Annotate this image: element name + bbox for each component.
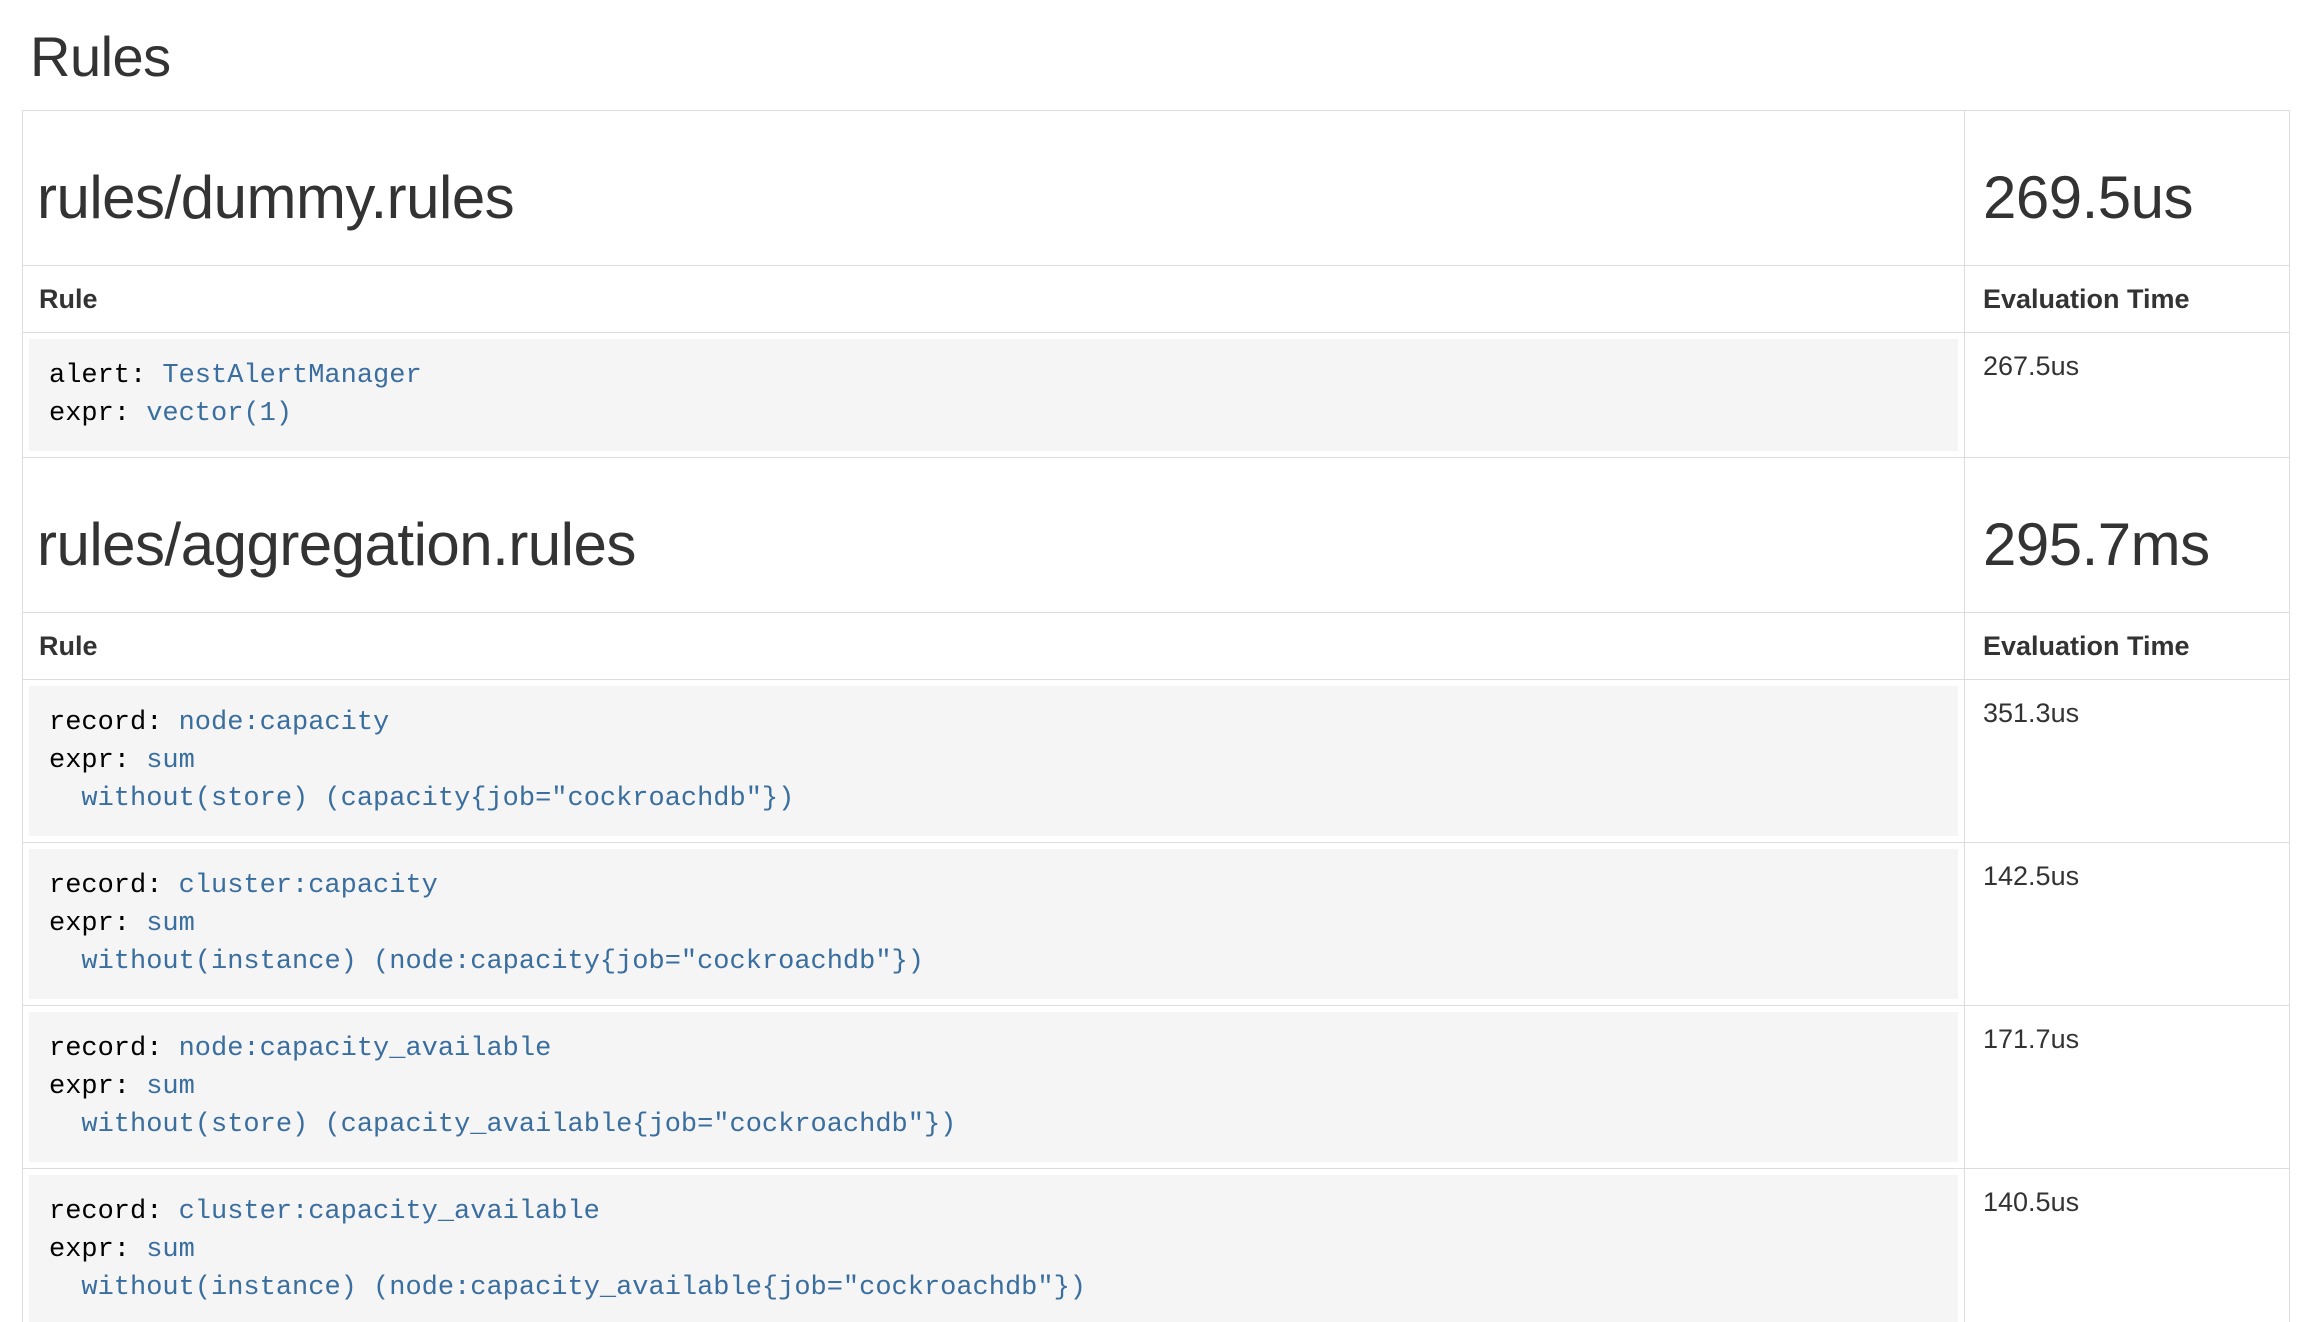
rule-group-eval-time: 269.5us (1983, 165, 2275, 231)
eval-column-header: Evaluation Time (1965, 612, 2290, 679)
rule-code-block: record: cluster:capacity expr:sum without(… (29, 849, 1958, 999)
rule-cell: record: node:capacity expr:sum without(sto… (23, 680, 1965, 843)
rule-keyword: record: (49, 1197, 162, 1227)
rule-code-block: record: cluster:capacity_available expr:su… (29, 1175, 1958, 1322)
rules-page: Rules rules/dummy.rules 269.5us Rule Eva… (0, 26, 2316, 1322)
rule-code-block: record: node:capacity expr:sum without(sto… (29, 686, 1958, 836)
rule-link[interactable]: sum without(instance) (node:capacity_ava… (49, 1235, 1086, 1303)
rule-keyword: expr: (49, 1072, 130, 1102)
rule-link[interactable]: cluster:capacity_available (179, 1197, 600, 1227)
rule-link[interactable]: cluster:capacity (179, 871, 438, 901)
rule-keyword: expr: (49, 1235, 130, 1265)
rule-group-file: rules/dummy.rules (37, 165, 1950, 231)
rules-table: rules/dummy.rules 269.5us Rule Evaluatio… (22, 110, 2290, 1322)
rule-eval-time: 267.5us (1965, 332, 2290, 457)
rule-eval-time: 351.3us (1965, 680, 2290, 843)
rule-column-header: Rule (23, 612, 1965, 679)
rule-column-header: Rule (23, 265, 1965, 332)
rule-row: alert: TestAlertManager expr: vector(1) 267… (23, 332, 2290, 457)
rule-group-header-row: rules/aggregation.rules 295.7ms (23, 457, 2290, 612)
rule-eval-time: 140.5us (1965, 1169, 2290, 1322)
rule-keyword: expr: (49, 909, 130, 939)
rule-cell: alert: TestAlertManager expr: vector(1) (23, 332, 1965, 457)
rule-code-block: alert: TestAlertManager expr: vector(1) (29, 339, 1958, 451)
rule-cell: record: cluster:capacity expr:sum without(… (23, 843, 1965, 1006)
rule-row: record: cluster:capacity_available expr:su… (23, 1169, 2290, 1322)
rule-eval-time: 142.5us (1965, 843, 2290, 1006)
rule-group-eval-time-cell: 269.5us (1965, 110, 2290, 265)
rule-link[interactable]: vector(1) (146, 399, 292, 429)
rule-link[interactable]: node:capacity (179, 708, 390, 738)
rule-link[interactable]: sum without(store) (capacity{job="cockro… (49, 746, 794, 814)
rule-keyword: expr: (49, 746, 130, 776)
rule-group-file-cell: rules/aggregation.rules (23, 457, 1965, 612)
eval-column-header: Evaluation Time (1965, 265, 2290, 332)
column-header-row: Rule Evaluation Time (23, 612, 2290, 679)
rule-row: record: cluster:capacity expr:sum without(… (23, 843, 2290, 1006)
rule-row: record: node:capacity expr:sum without(sto… (23, 680, 2290, 843)
rule-cell: record: cluster:capacity_available expr:su… (23, 1169, 1965, 1322)
rule-group-file-cell: rules/dummy.rules (23, 110, 1965, 265)
rule-group-eval-time: 295.7ms (1983, 512, 2275, 578)
rule-group-header-row: rules/dummy.rules 269.5us (23, 110, 2290, 265)
rule-keyword: record: (49, 708, 162, 738)
rule-group-file: rules/aggregation.rules (37, 512, 1950, 578)
rule-keyword: alert: (49, 361, 146, 391)
rule-eval-time: 171.7us (1965, 1006, 2290, 1169)
rule-link[interactable]: sum without(store) (capacity_available{j… (49, 1072, 956, 1140)
rule-link[interactable]: node:capacity_available (179, 1034, 552, 1064)
rule-keyword: record: (49, 1034, 162, 1064)
rule-keyword: expr: (49, 399, 130, 429)
rule-group-eval-time-cell: 295.7ms (1965, 457, 2290, 612)
column-header-row: Rule Evaluation Time (23, 265, 2290, 332)
rule-row: record: node:capacity_available expr:sum w… (23, 1006, 2290, 1169)
rule-code-block: record: node:capacity_available expr:sum w… (29, 1012, 1958, 1162)
rule-keyword: record: (49, 871, 162, 901)
rule-cell: record: node:capacity_available expr:sum w… (23, 1006, 1965, 1169)
page-title: Rules (30, 26, 2290, 88)
rule-link[interactable]: TestAlertManager (162, 361, 421, 391)
rule-link[interactable]: sum without(instance) (node:capacity{job… (49, 909, 924, 977)
